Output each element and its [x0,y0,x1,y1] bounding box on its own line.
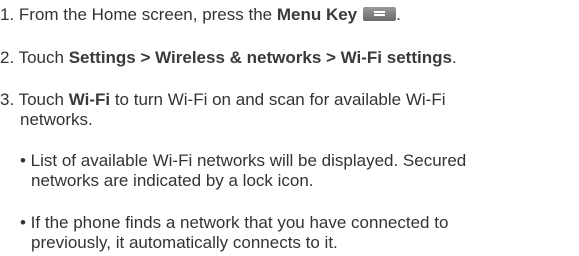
settings-path: Settings > Wireless & networks > Wi-Fi s… [68,48,452,67]
document: 1. From the Home screen, press the Menu … [0,0,579,256]
step-text: From the Home screen, press the [14,5,277,24]
step-3: 3. Touch Wi-Fi to turn Wi-Fi on and scan… [0,90,446,110]
step-suffix: . [396,5,401,24]
menu-key-icon [363,7,397,21]
bullet-item-1: • List of available Wi-Fi networks will … [20,151,467,170]
step-2: 2. Touch Settings > Wireless & networks … [0,48,457,68]
step-number: 2. [0,48,15,67]
step-suffix: . [451,48,457,67]
menu-key-label: Menu Key [276,5,358,24]
bullet-item-2-continuation: previously, it automatically connects to… [31,233,338,252]
step-suffix: to turn Wi-Fi on and scan for available … [110,90,446,109]
step-text: Touch [14,90,69,109]
step-number: 1. [0,5,15,24]
step-text: Touch [14,48,69,67]
wifi-label: Wi-Fi [68,90,111,109]
bullet-item-2: • If the phone finds a network that you … [20,213,449,232]
step-number: 3. [0,90,15,109]
bullet-item-1-continuation: networks are indicated by a lock icon. [31,171,314,190]
step-3-continuation: networks. [20,110,93,129]
step-1: 1. From the Home screen, press the Menu … [0,5,401,25]
